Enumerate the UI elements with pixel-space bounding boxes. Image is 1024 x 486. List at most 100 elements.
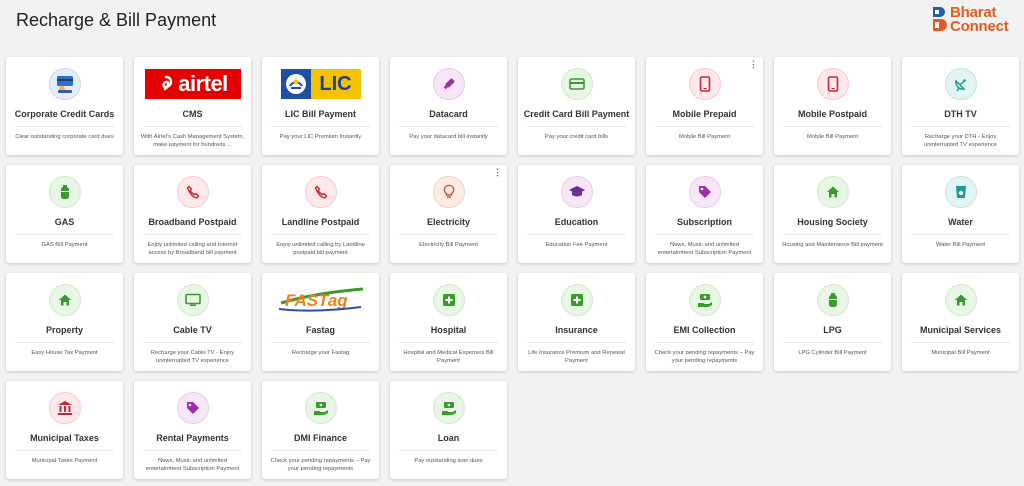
card-title: LPG	[823, 325, 842, 335]
card-divider	[271, 126, 370, 127]
card-municipal-services[interactable]: Municipal Services Municipal Bill Paymen…	[902, 273, 1019, 371]
card-title: Corporate Credit Cards	[14, 109, 115, 119]
card-title: CMS	[182, 109, 203, 119]
card-rental-payments[interactable]: Rental Payments News, Music and unlimite…	[134, 381, 251, 479]
card-housing-society[interactable]: Housing Society Housing and Maintenance …	[774, 165, 891, 263]
card-divider	[143, 450, 242, 451]
card-hospital[interactable]: Hospital Hospital and Medical Expenses B…	[390, 273, 507, 371]
card-education[interactable]: Education Education Fee Payment	[518, 165, 635, 263]
money-hand-icon	[688, 284, 721, 316]
corporate-card-illustration-icon	[48, 68, 81, 100]
card-municipal-taxes[interactable]: Municipal Taxes Municipal Taxes Payment	[6, 381, 123, 479]
card-divider	[783, 234, 882, 235]
card-description: Electricity Bill Payment	[419, 242, 478, 248]
card-mobile-prepaid[interactable]: ⋮ Mobile Prepaid Mobile Bill Payment	[646, 57, 763, 155]
water-tap-icon	[944, 176, 977, 208]
card-credit-card-bill-payment[interactable]: Credit Card Bill Payment Pay your credit…	[518, 57, 635, 155]
money-hand-icon	[432, 392, 465, 424]
card-mobile-postpaid[interactable]: Mobile Postpaid Mobile Bill Payment	[774, 57, 891, 155]
card-lic-bill-payment[interactable]: LIC LIC Bill Payment Pay your LIC Premiu…	[262, 57, 379, 155]
card-divider	[399, 234, 498, 235]
brand-line-2: Connect	[950, 18, 1009, 35]
mobile-phone-icon	[816, 68, 849, 100]
card-title: DMI Finance	[293, 433, 347, 443]
card-description: Recharge your Cable TV - Enjoy uninterru…	[150, 350, 235, 364]
card-description: Mobile Bill Payment	[679, 134, 730, 140]
card-title: Insurance	[555, 325, 598, 335]
card-insurance[interactable]: Insurance Life Insurance Premium and Ren…	[518, 273, 635, 371]
card-description: Pay your credit card bills	[544, 134, 609, 140]
mobile-phone-icon	[688, 68, 721, 100]
card-title: Fastag	[305, 325, 335, 335]
card-divider	[527, 234, 626, 235]
card-electricity[interactable]: ⋮ Electricity Electricity Bill Payment	[390, 165, 507, 263]
card-title: EMI Collection	[673, 325, 736, 335]
card-description: Easy House Tax Payment	[31, 350, 98, 356]
phone-call-icon	[304, 176, 337, 208]
card-loan[interactable]: Loan Pay outstanding loan dues	[390, 381, 507, 479]
card-divider	[15, 234, 114, 235]
bharat-connect-logo: Bharat Connect	[931, 5, 1009, 35]
card-title: Property	[45, 325, 83, 335]
card-dth-tv[interactable]: DTH TV Recharge your DTH - Enjoy uninter…	[902, 57, 1019, 155]
card-title: Mobile Postpaid	[797, 109, 867, 119]
card-divider	[911, 234, 1010, 235]
card-description: LPG Cylinder Bill Payment	[798, 350, 867, 356]
card-water[interactable]: Water Water Bill Payment	[902, 165, 1019, 263]
card-gas[interactable]: GAS GAS Bill Payment	[6, 165, 123, 263]
card-title: Loan	[437, 433, 460, 443]
card-cable-tv[interactable]: Cable TV Recharge your Cable TV - Enjoy …	[134, 273, 251, 371]
card-divider	[655, 126, 754, 127]
graduation-cap-icon	[560, 176, 593, 208]
card-title: Mobile Prepaid	[672, 109, 737, 119]
phone-call-icon	[176, 176, 209, 208]
card-description: Pay outstanding loan dues	[414, 458, 483, 464]
card-divider	[527, 342, 626, 343]
gas-cylinder-icon	[816, 284, 849, 316]
fastag-logo: FASTag	[278, 287, 363, 312]
biller-category-grid: Corporate Credit Cards Clear outstanding…	[6, 57, 1019, 479]
bank-building-icon	[48, 392, 81, 424]
card-datacard[interactable]: Datacard Pay your datacard bill instantl…	[390, 57, 507, 155]
card-title: Hospital	[430, 325, 467, 335]
more-options-icon[interactable]: ⋮	[749, 60, 758, 69]
card-description: Check your pending repayments – Pay your…	[654, 350, 755, 364]
card-title: Broadband Postpaid	[148, 217, 237, 227]
card-divider	[15, 126, 114, 127]
card-description: With Airtel's Cash Management System, ma…	[140, 134, 245, 148]
card-title: Education	[554, 217, 599, 227]
card-divider	[911, 342, 1010, 343]
card-lpg[interactable]: LPG LPG Cylinder Bill Payment	[774, 273, 891, 371]
more-options-icon[interactable]: ⋮	[493, 168, 502, 177]
card-subscription[interactable]: Subscription News, Music and unlimited e…	[646, 165, 763, 263]
card-divider	[271, 450, 370, 451]
card-description: Pay your LIC Premium Instantly	[279, 134, 362, 140]
card-emi-collection[interactable]: EMI Collection Check your pending repaym…	[646, 273, 763, 371]
card-title: Cable TV	[173, 325, 212, 335]
card-landline-postpaid[interactable]: Landline Postpaid Enjoy unlimited callin…	[262, 165, 379, 263]
card-cms[interactable]: airtel CMS With Airtel's Cash Management…	[134, 57, 251, 155]
light-bulb-icon	[432, 176, 465, 208]
card-divider	[143, 126, 242, 127]
medical-cross-icon	[560, 284, 593, 316]
card-corporate-credit-cards[interactable]: Corporate Credit Cards Clear outstanding…	[6, 57, 123, 155]
card-divider	[399, 342, 498, 343]
card-divider	[655, 342, 754, 343]
card-title: Housing Society	[797, 217, 868, 227]
card-description: News, Music and unlimited entertainment …	[145, 458, 240, 472]
card-divider	[527, 126, 626, 127]
card-divider	[783, 342, 882, 343]
card-title: Municipal Taxes	[30, 433, 99, 443]
card-dmi-finance[interactable]: DMI Finance Check your pending repayment…	[262, 381, 379, 479]
card-fastag[interactable]: FASTag Fastag Recharge your Fastag	[262, 273, 379, 371]
lic-logo-text: LIC	[310, 69, 361, 99]
lic-seal-icon	[280, 69, 311, 99]
card-property[interactable]: Property Easy House Tax Payment	[6, 273, 123, 371]
credit-card-icon	[560, 68, 593, 100]
card-title: DTH TV	[944, 109, 977, 119]
card-divider	[655, 234, 754, 235]
card-divider	[143, 342, 242, 343]
tag-icon	[176, 392, 209, 424]
page-title: Recharge & Bill Payment	[16, 10, 217, 30]
card-broadband-postpaid[interactable]: Broadband Postpaid Enjoy unlimited calli…	[134, 165, 251, 263]
